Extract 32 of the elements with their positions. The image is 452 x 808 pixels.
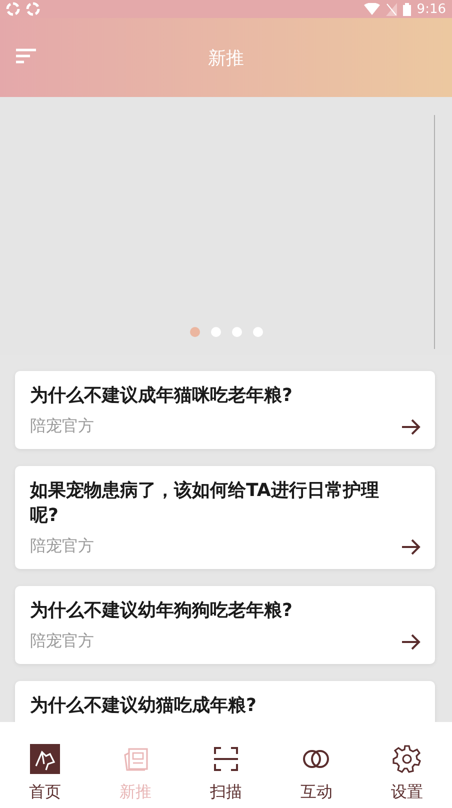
carousel-dot[interactable] bbox=[190, 327, 200, 337]
tab-item[interactable]: 设置 bbox=[362, 722, 452, 808]
app-notification-icon bbox=[6, 2, 20, 16]
status-time: 9:16 bbox=[416, 2, 446, 16]
settings-icon bbox=[392, 744, 422, 774]
wifi-icon bbox=[364, 3, 380, 15]
arrow-right-icon[interactable] bbox=[401, 418, 421, 434]
tab-item[interactable]: 互动 bbox=[271, 722, 362, 808]
tab-item[interactable]: 扫描 bbox=[180, 722, 272, 808]
carousel-dot[interactable] bbox=[252, 327, 262, 337]
carousel-dot[interactable] bbox=[210, 327, 220, 337]
article-title: 为什么不建议幼猫吃成年粮? bbox=[30, 694, 258, 718]
battery-icon bbox=[402, 2, 411, 16]
no-signal-icon bbox=[386, 2, 397, 16]
arrow-right-icon[interactable] bbox=[401, 634, 421, 650]
app-notification-icon bbox=[26, 2, 40, 16]
page-title: 新推 bbox=[208, 46, 244, 70]
arrow-right-icon[interactable] bbox=[401, 538, 421, 554]
article-title: 如果宠物患病了，该如何给TA进行日常护理呢? bbox=[30, 479, 380, 528]
article-source: 陪宠官方 bbox=[30, 631, 94, 652]
article-source: 陪宠官方 bbox=[30, 536, 94, 557]
article-card[interactable]: 为什么不建议幼年狗狗吃老年粮? 陪宠官方 bbox=[15, 586, 435, 664]
article-title: 为什么不建议幼年狗狗吃老年粮? bbox=[30, 599, 294, 623]
carousel-dot[interactable] bbox=[232, 327, 242, 337]
article-title: 为什么不建议成年猫咪吃老年粮? bbox=[30, 384, 294, 408]
tab-item[interactable]: 首页 bbox=[0, 722, 90, 808]
article-card[interactable]: 为什么不建议成年猫咪吃老年粮? 陪宠官方 bbox=[15, 371, 435, 449]
article-card[interactable]: 为什么不建议幼猫吃成年粮? bbox=[15, 681, 435, 722]
article-card[interactable]: 如果宠物患病了，该如何给TA进行日常护理呢? 陪宠官方 bbox=[15, 466, 435, 569]
pet-logo-icon bbox=[30, 744, 60, 774]
menu-icon[interactable] bbox=[16, 48, 36, 64]
article-source: 陪宠官方 bbox=[30, 416, 94, 437]
